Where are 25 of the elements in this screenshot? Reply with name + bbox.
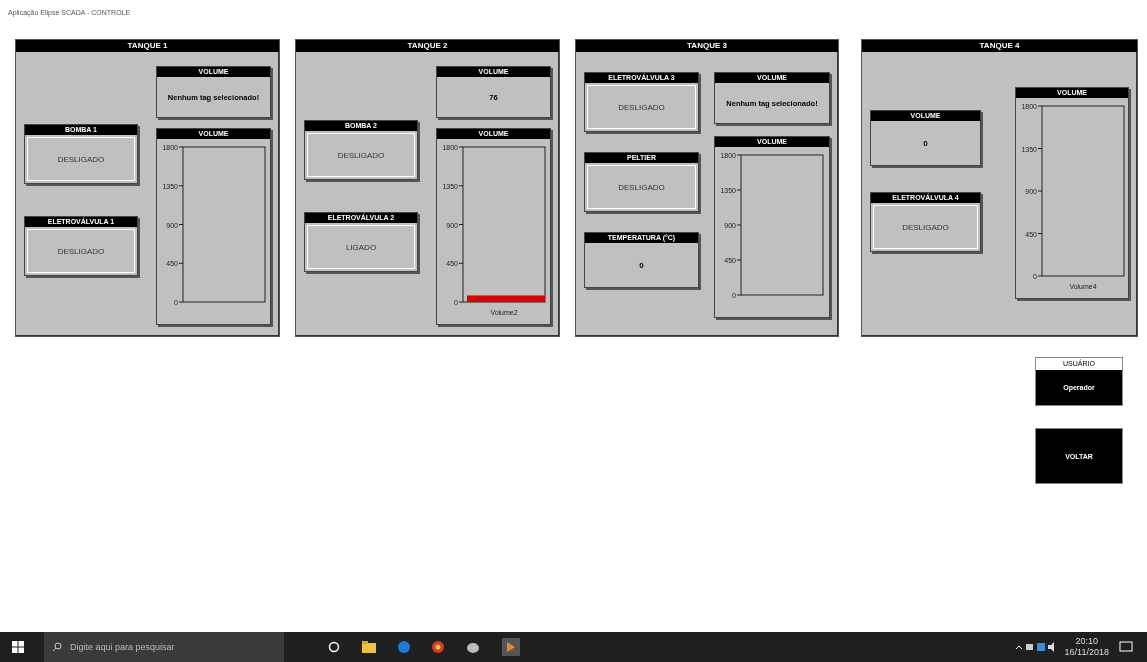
tank-title: TANQUE 2 <box>296 40 559 52</box>
task-view-icon[interactable] <box>328 641 340 653</box>
indicator-value: DESLIGADO <box>27 229 135 273</box>
clock[interactable]: 20:10 16/11/2018 <box>1064 636 1109 658</box>
time: 20:10 <box>1075 636 1099 647</box>
indicator-value: DESLIGADO <box>587 85 696 129</box>
indicator-value: DESLIGADO <box>587 165 696 209</box>
indicator-value: 0 <box>922 137 929 150</box>
tank-title: TANQUE 1 <box>16 40 279 52</box>
browser-icon[interactable] <box>432 641 444 653</box>
folder-icon[interactable] <box>362 641 376 653</box>
indicator-value: DESLIGADO <box>307 133 415 177</box>
date: 16/11/2018 <box>1064 647 1109 658</box>
tray-icons[interactable] <box>1014 642 1055 652</box>
search-icon <box>52 642 62 652</box>
tank-title: TANQUE 4 <box>862 40 1137 52</box>
notification-icon[interactable] <box>1119 641 1133 653</box>
indicator-value: 0 <box>638 259 645 272</box>
app-icon[interactable] <box>466 641 480 653</box>
indicator-value: LIGADO <box>307 225 415 269</box>
tank-title: TANQUE 3 <box>576 40 838 52</box>
indicator-value: DESLIGADO <box>27 137 135 181</box>
indicator-value: DESLIGADO <box>873 205 978 249</box>
search-field[interactable]: Digite aqui para pesquisar <box>44 632 284 662</box>
windows-start-icon[interactable] <box>12 641 24 653</box>
